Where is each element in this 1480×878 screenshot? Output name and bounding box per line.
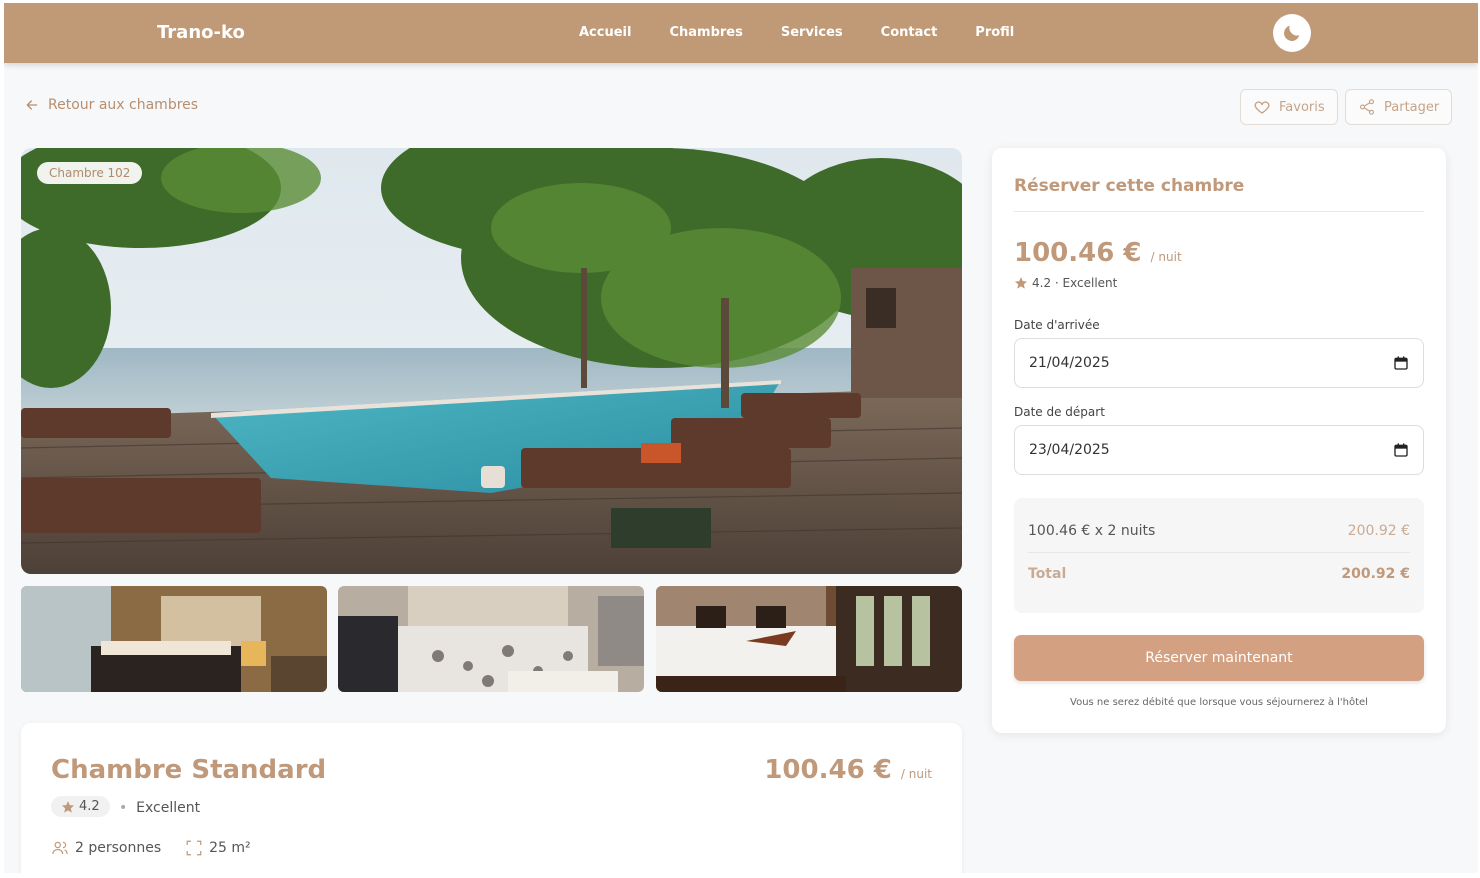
- expand-icon: [186, 840, 202, 856]
- booking-price: 100.46 € / nuit: [1014, 238, 1182, 268]
- summary-total: Total 200.92 €: [1028, 566, 1410, 582]
- room-price-value: 100.46 €: [764, 755, 892, 785]
- summary-line: 100.46 € x 2 nuits 200.92 €: [1028, 523, 1410, 539]
- area-item: 25 m²: [185, 839, 251, 857]
- nav-accueil[interactable]: Accueil: [579, 25, 631, 40]
- summary-line-label: 100.46 € x 2 nuits: [1028, 523, 1156, 539]
- calendar-icon[interactable]: [1393, 442, 1409, 458]
- booking-rating: 4.2 · Excellent: [1014, 276, 1117, 290]
- rating-label: • Excellent: [119, 800, 200, 816]
- brand-logo[interactable]: Trano-ko: [157, 22, 245, 43]
- booking-price-unit: / nuit: [1150, 250, 1182, 264]
- room-info-card: Chambre Standard 100.46 € / nuit 4.2 • E…: [21, 723, 962, 873]
- thumbnail-3[interactable]: [656, 586, 962, 692]
- booking-price-value: 100.46 €: [1014, 238, 1142, 268]
- room-price-unit: / nuit: [900, 767, 932, 781]
- departure-date-value: 23/04/2025: [1029, 442, 1110, 458]
- page-frame: Trano-ko Accueil Chambres Services Conta…: [4, 3, 1478, 873]
- booking-title: Réserver cette chambre: [1014, 176, 1245, 196]
- favorite-label: Favoris: [1279, 99, 1325, 115]
- arrival-date-value: 21/04/2025: [1029, 355, 1110, 371]
- room-number-badge: Chambre 102: [37, 162, 143, 184]
- capacity-item: 2 personnes: [51, 839, 161, 857]
- payment-note: Vous ne serez débité que lorsque vous sé…: [1070, 697, 1368, 708]
- share-label: Partager: [1384, 99, 1440, 115]
- bedroom-photo-3: [656, 586, 962, 692]
- departure-label: Date de départ: [1014, 405, 1105, 419]
- thumbnail-2[interactable]: [338, 586, 644, 692]
- moon-icon: [1284, 25, 1300, 41]
- price-summary: 100.46 € x 2 nuits 200.92 € Total 200.92…: [1014, 498, 1424, 613]
- nav-contact[interactable]: Contact: [881, 25, 938, 40]
- share-button[interactable]: Partager: [1345, 89, 1453, 125]
- bedroom-photo-2: [338, 586, 644, 692]
- booking-divider: [1014, 211, 1424, 212]
- room-title: Chambre Standard: [51, 755, 327, 785]
- share-icon: [1359, 99, 1375, 115]
- star-icon: [61, 800, 75, 813]
- back-link-label: Retour aux chambres: [48, 97, 199, 113]
- favorite-button[interactable]: Favoris: [1240, 89, 1338, 125]
- users-icon: [52, 841, 68, 855]
- heart-icon: [1254, 101, 1270, 114]
- departure-date-input[interactable]: 23/04/2025: [1014, 425, 1424, 475]
- pool-scene-image: [21, 148, 962, 574]
- arrival-date-input[interactable]: 21/04/2025: [1014, 338, 1424, 388]
- star-icon: [1014, 277, 1028, 289]
- nav-profil[interactable]: Profil: [975, 25, 1014, 40]
- rating-label-text: Excellent: [136, 800, 201, 816]
- capacity-text: 2 personnes: [75, 840, 162, 856]
- booking-card: Réserver cette chambre 100.46 € / nuit 4…: [992, 148, 1446, 733]
- area-text: 25 m²: [209, 840, 251, 856]
- summary-divider: [1028, 552, 1410, 553]
- room-price: 100.46 € / nuit: [764, 755, 932, 785]
- reserve-now-button[interactable]: Réserver maintenant: [1014, 635, 1424, 681]
- theme-toggle-button[interactable]: [1273, 14, 1311, 52]
- bedroom-photo-1: [21, 586, 327, 692]
- total-value: 200.92 €: [1341, 566, 1410, 582]
- rating-pill: 4.2: [51, 796, 110, 817]
- nav-services[interactable]: Services: [781, 25, 843, 40]
- calendar-icon[interactable]: [1393, 355, 1409, 371]
- top-navbar: Trano-ko Accueil Chambres Services Conta…: [4, 3, 1478, 63]
- nav-chambres[interactable]: Chambres: [669, 25, 742, 40]
- room-meta: 2 personnes 25 m²: [51, 839, 251, 857]
- summary-line-value: 200.92 €: [1347, 523, 1410, 539]
- arrival-label: Date d'arrivée: [1014, 318, 1100, 332]
- thumbnail-1[interactable]: [21, 586, 327, 692]
- dot-separator: •: [119, 800, 137, 816]
- total-label: Total: [1028, 566, 1067, 582]
- back-to-rooms-link[interactable]: Retour aux chambres: [24, 97, 198, 113]
- arrow-left-icon: [26, 100, 38, 110]
- nav-links: Accueil Chambres Services Contact Profil: [579, 25, 1052, 40]
- main-room-photo[interactable]: Chambre 102: [21, 148, 962, 574]
- rating-value: 4.2: [79, 799, 100, 814]
- booking-rating-text: 4.2 · Excellent: [1032, 276, 1118, 290]
